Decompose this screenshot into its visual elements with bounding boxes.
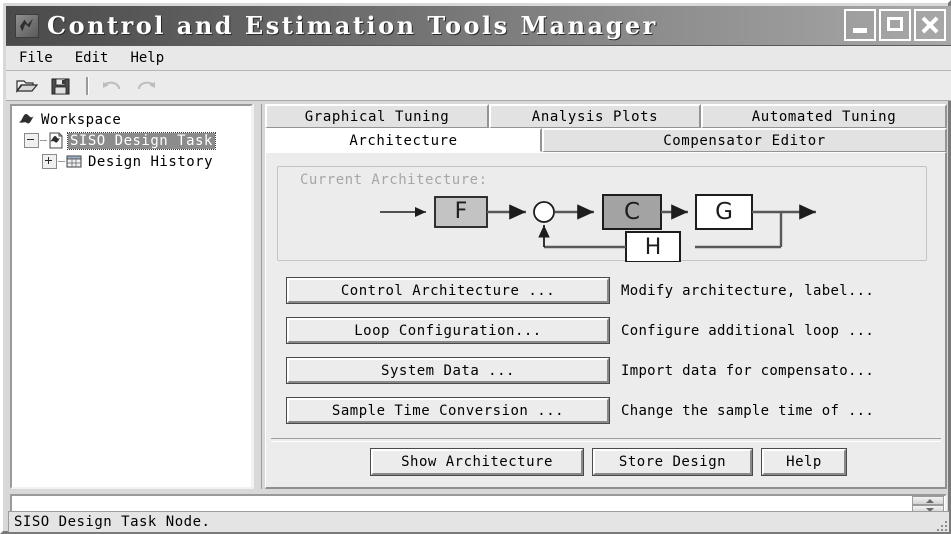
open-icon[interactable] (14, 74, 40, 98)
architecture-tab-page: Current Architecture: F C G H Control Ar… (265, 152, 947, 489)
section-divider (271, 438, 941, 442)
block-diagram: F C G H (380, 194, 816, 262)
tree-node-design-history[interactable]: Design History (12, 151, 251, 172)
window-title: Control and Estimation Tools Manager (47, 11, 658, 40)
system-data-button[interactable]: System Data ... (286, 357, 610, 384)
tree-node-siso-design-task[interactable]: SISO Design Task (12, 130, 251, 151)
tab-strip-row-2: Architecture Compensator Editor (265, 128, 947, 152)
redo-icon[interactable] (133, 74, 159, 98)
tree-node-label: Workspace (41, 111, 122, 128)
siso-design-task-icon (47, 132, 65, 149)
tab-architecture[interactable]: Architecture (265, 128, 542, 152)
window-controls (844, 9, 946, 41)
block-label-c: C (624, 199, 640, 225)
application-window: Control and Estimation Tools Manager Fil… (0, 0, 951, 534)
show-architecture-button[interactable]: Show Architecture (370, 448, 584, 476)
block-label-h: H (645, 235, 662, 260)
block-label-g: G (715, 199, 733, 225)
workspace-tree-panel[interactable]: Workspace SISO Design Task /* selection … (10, 104, 253, 489)
tree-connector-line (58, 161, 65, 162)
design-history-icon (65, 153, 83, 170)
resize-grip-icon[interactable] (933, 517, 947, 531)
tab-strip-row-1: Graphical Tuning Analysis Plots Automate… (265, 104, 947, 128)
loop-configuration-button[interactable]: Loop Configuration... (286, 317, 610, 344)
status-bar: SISO Design Task Node. (8, 511, 949, 532)
store-design-button[interactable]: Store Design (592, 448, 753, 476)
system-data-description: Import data for compensato... (621, 362, 875, 379)
help-button[interactable]: Help (761, 448, 847, 476)
tab-compensator-editor[interactable]: Compensator Editor (542, 128, 947, 152)
maximize-button[interactable] (879, 9, 911, 41)
loop-configuration-description: Configure additional loop ... (621, 322, 875, 339)
tree-node-workspace[interactable]: Workspace (12, 109, 251, 130)
tree-node-label: Design History (88, 153, 214, 170)
tab-graphical-tuning[interactable]: Graphical Tuning (265, 104, 489, 128)
menu-item-help[interactable]: Help (121, 48, 173, 68)
menu-item-edit[interactable]: Edit (66, 48, 118, 68)
sample-time-conversion-button[interactable]: Sample Time Conversion ... (286, 397, 610, 424)
control-architecture-description: Modify architecture, label... (621, 282, 875, 299)
sum-junction-circle (533, 201, 555, 223)
tab-automated-tuning[interactable]: Automated Tuning (701, 104, 947, 128)
close-button[interactable] (914, 9, 946, 41)
control-architecture-button[interactable]: Control Architecture ... (286, 277, 610, 304)
toolbar-separator (86, 76, 89, 95)
matlab-membrane-icon (18, 111, 36, 128)
tree-connector-line (40, 140, 47, 141)
scroll-up-arrow[interactable] (912, 496, 944, 505)
title-bar: Control and Estimation Tools Manager (6, 6, 951, 46)
save-icon[interactable] (48, 74, 74, 98)
menu-bar: File Edit Help (6, 46, 951, 71)
panel-splitter[interactable] (253, 104, 262, 489)
expand-expander-icon[interactable] (42, 154, 57, 169)
current-architecture-groupbox: Current Architecture: F C G H (277, 166, 927, 262)
status-text: SISO Design Task Node. (14, 514, 211, 530)
undo-icon[interactable] (99, 74, 125, 98)
toolbar (6, 71, 951, 101)
tabbed-content-panel: Graphical Tuning Analysis Plots Automate… (265, 104, 947, 489)
tree-node-label: SISO Design Task (67, 131, 216, 150)
sample-time-conversion-description: Change the sample time of ... (621, 402, 875, 419)
menu-item-file[interactable]: File (10, 48, 62, 68)
matlab-membrane-icon (15, 13, 39, 38)
tab-analysis-plots[interactable]: Analysis Plots (489, 104, 701, 128)
block-label-f: F (455, 199, 468, 224)
minimize-button[interactable] (844, 9, 876, 41)
collapse-expander-icon[interactable] (24, 133, 39, 148)
